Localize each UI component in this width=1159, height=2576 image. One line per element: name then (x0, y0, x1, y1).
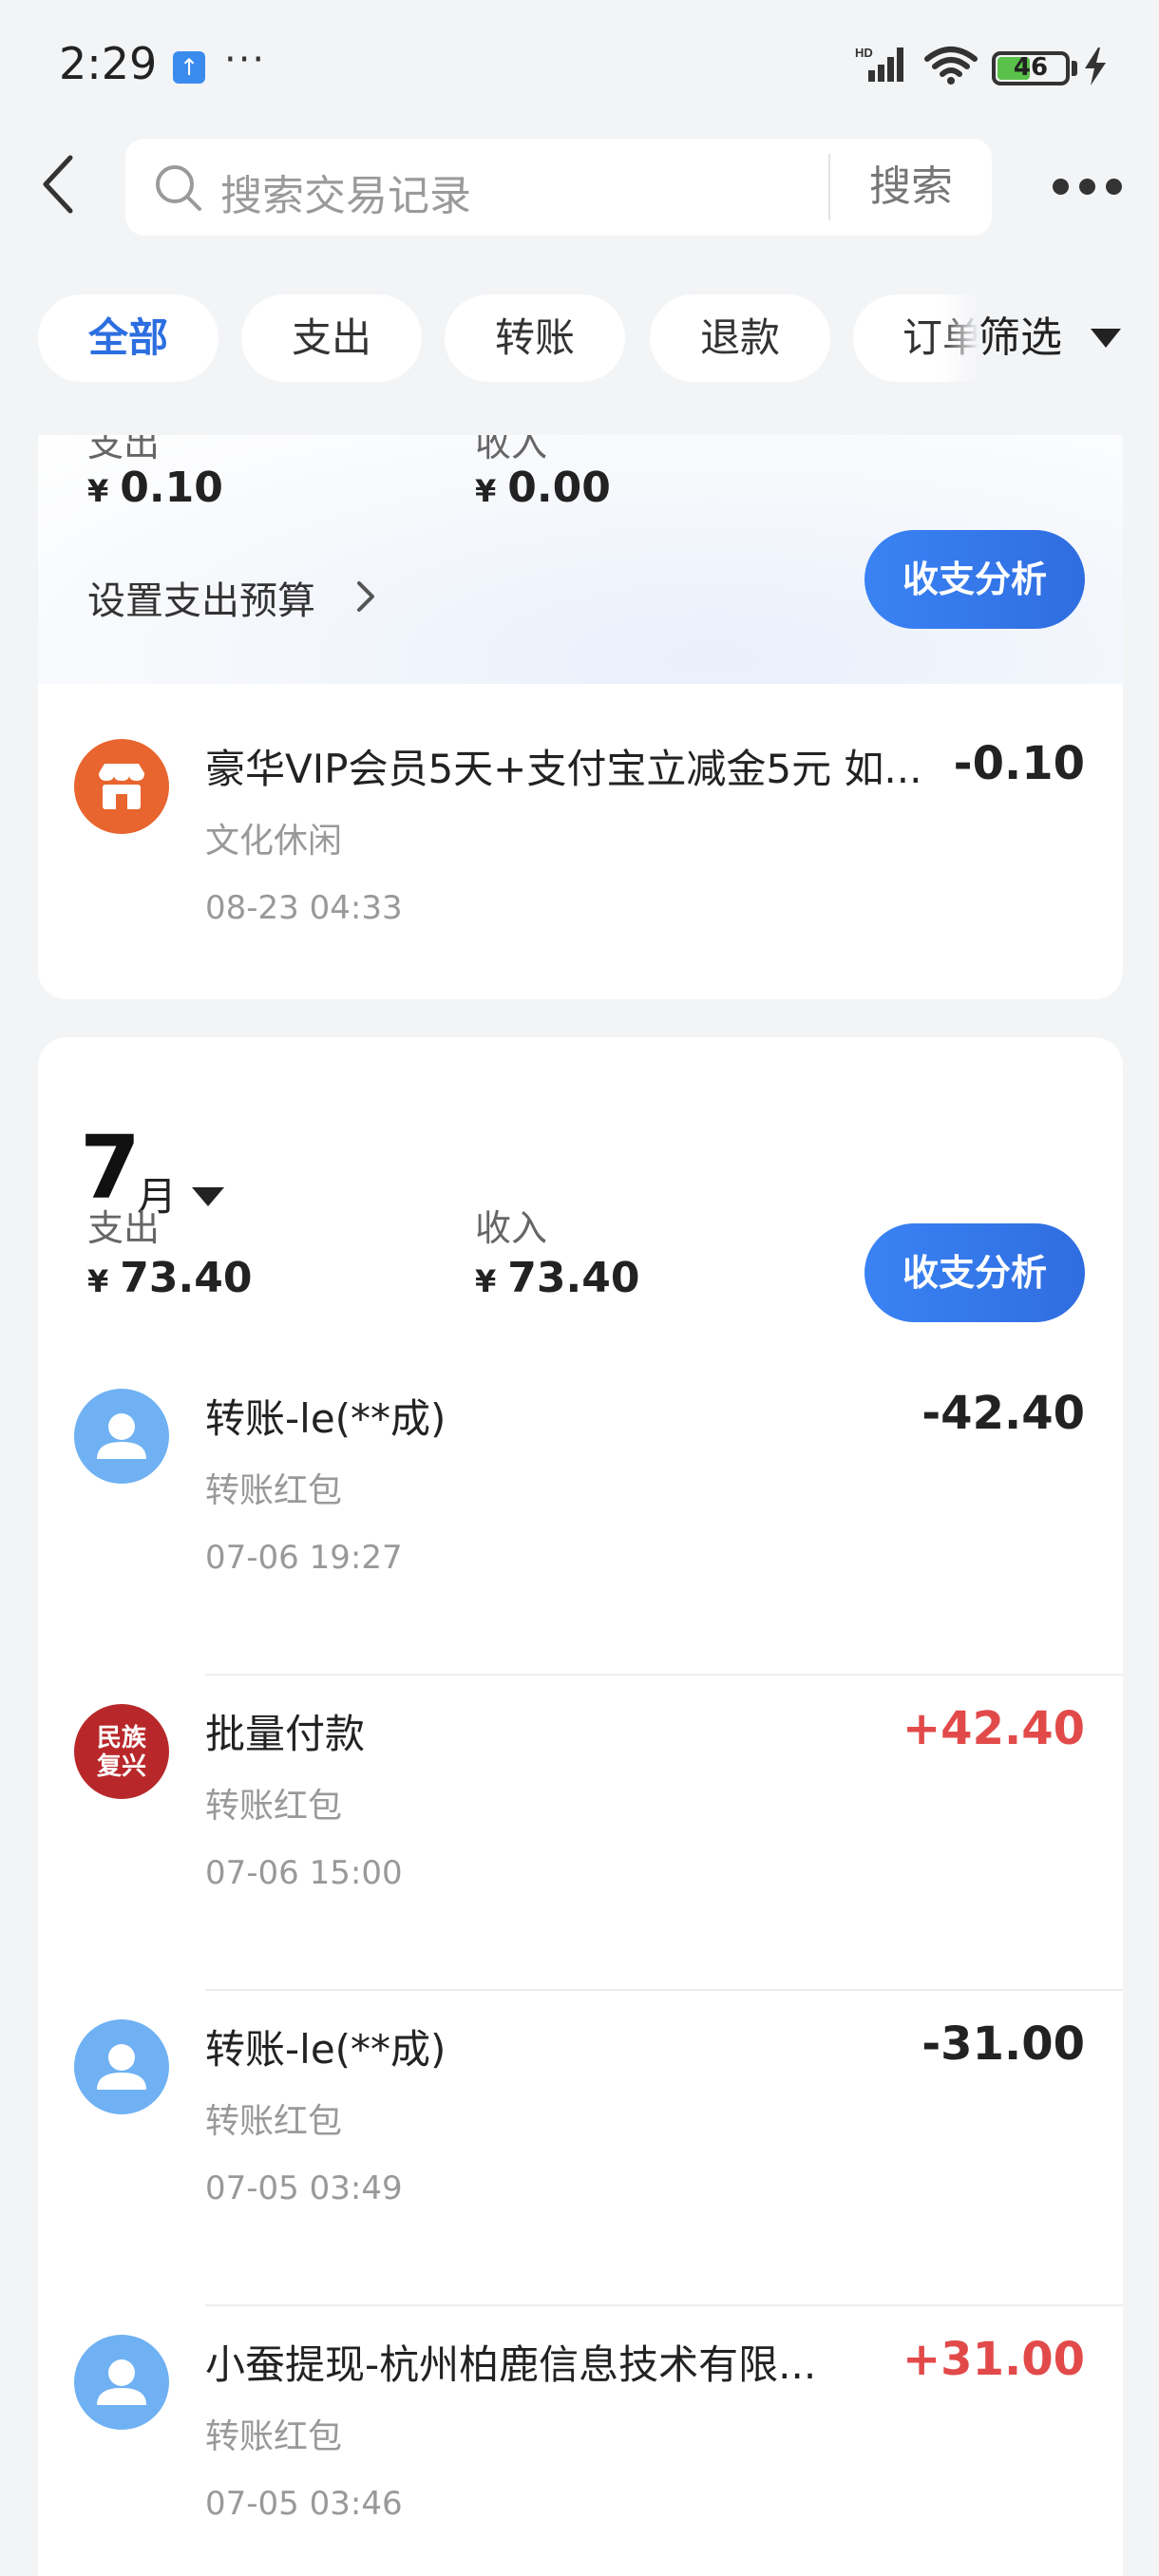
user-avatar-icon (74, 2019, 169, 2114)
transaction-time: 07-05 03:46 (205, 2485, 403, 2523)
battery-icon: 46 (992, 51, 1070, 85)
battery-tip (1072, 61, 1077, 76)
currency-symbol: ¥ (87, 1263, 109, 1299)
charging-icon (1085, 47, 1106, 85)
income-total: ¥0.00 (475, 464, 611, 512)
transaction-category: 转账红包 (205, 1787, 343, 1826)
transaction-category: 转账红包 (205, 1471, 343, 1510)
month-card-july: 7 月 支出 收入 ¥73.40 ¥73.40 收支分析 转账-le(**成) … (38, 1037, 1123, 2576)
search-input[interactable]: 搜索交易记录 搜索 (125, 139, 992, 236)
income-amount: 73.40 (507, 1254, 640, 1302)
filter-tabs: 全部 支出 转账 退款 订单 筛选 (0, 294, 1159, 386)
store-icon (74, 739, 169, 834)
user-avatar-icon (74, 1389, 169, 1484)
income-expense-analysis-button[interactable]: 收支分析 (864, 530, 1085, 629)
income-amount: 0.00 (507, 464, 611, 512)
search-icon (156, 165, 201, 211)
svg-text:民族: 民族 (97, 1723, 147, 1752)
tab-transfer[interactable]: 转账 (445, 294, 625, 382)
income-total: ¥73.40 (475, 1254, 639, 1302)
expense-amount: 0.10 (120, 464, 223, 512)
more-options-icon[interactable] (1049, 167, 1127, 205)
svg-text:HD: HD (855, 46, 873, 60)
transaction-time: 07-06 15:00 (205, 1854, 403, 1892)
search-placeholder: 搜索交易记录 (220, 172, 471, 220)
expense-label: 支出 (87, 435, 161, 464)
tab-all[interactable]: 全部 (38, 294, 218, 382)
transaction-category: 转账红包 (205, 2102, 343, 2141)
currency-symbol: ¥ (87, 473, 109, 509)
income-label: 收入 (475, 435, 548, 464)
cellular-signal-icon: HD (855, 46, 903, 82)
search-button[interactable]: 搜索 (830, 139, 992, 236)
tab-expense[interactable]: 支出 (241, 294, 422, 382)
transaction-title: 批量付款 (205, 1711, 366, 1757)
chevron-down-icon[interactable] (1091, 329, 1121, 348)
status-bar: 2:29 ↑ ··· HD 46 (0, 0, 1159, 133)
expense-label: 支出 (87, 1207, 161, 1249)
upload-notification-icon: ↑ (173, 51, 205, 84)
transaction-time: 07-05 03:49 (205, 2169, 403, 2207)
user-avatar-icon (74, 2335, 169, 2430)
transaction-amount: -0.10 (953, 737, 1085, 790)
transaction-category: 文化休闲 (205, 822, 343, 861)
month-card-august: 支出 收入 ¥0.10 ¥0.00 设置支出预算 收支分析 豪华VIP会员5天+… (38, 435, 1123, 999)
transaction-amount: -42.40 (922, 1387, 1085, 1440)
transaction-title: 小蚕提现-杭州柏鹿信息技术有限... (205, 2341, 817, 2388)
currency-symbol: ¥ (475, 1263, 497, 1299)
expense-amount: 73.40 (120, 1254, 253, 1302)
tab-refund[interactable]: 退款 (650, 294, 830, 382)
transaction-category: 转账红包 (205, 2417, 343, 2456)
status-time: 2:29 (59, 38, 158, 89)
month-dropdown-icon[interactable] (192, 1187, 224, 1206)
expense-total: ¥73.40 (87, 1254, 252, 1302)
transaction-title: 转账-le(**成) (205, 2026, 446, 2073)
status-more-notifications: ··· (224, 38, 267, 82)
wifi-icon (924, 47, 978, 85)
transaction-time: 07-06 19:27 (205, 1539, 403, 1577)
filter-button[interactable]: 筛选 (978, 294, 1062, 382)
transaction-amount: +31.00 (902, 2333, 1085, 2386)
transaction-row[interactable]: 小蚕提现-杭州柏鹿信息技术有限... 转账红包 07-05 03:46 +31.… (38, 2306, 1123, 2576)
battery-level: 46 (1013, 53, 1049, 82)
transaction-row[interactable]: 民族 复兴 批量付款 转账红包 07-06 15:00 +42.40 (38, 1676, 1123, 1991)
seal-avatar: 民族 复兴 (74, 1704, 169, 1799)
transaction-amount: +42.40 (902, 1702, 1085, 1755)
currency-symbol: ¥ (475, 473, 497, 509)
transaction-title: 豪华VIP会员5天+支付宝立减金5元 如... (205, 746, 922, 792)
transaction-row[interactable]: 转账-le(**成) 转账红包 07-05 03:49 -31.00 (38, 1991, 1123, 2306)
svg-text:复兴: 复兴 (97, 1752, 146, 1781)
chevron-right-icon[interactable] (352, 578, 380, 616)
transaction-time: 08-23 04:33 (205, 889, 403, 927)
set-budget-link[interactable]: 设置支出预算 (87, 570, 315, 625)
transaction-amount: -31.00 (922, 2017, 1085, 2071)
expense-total: ¥0.10 (87, 464, 223, 512)
transaction-row[interactable]: 转账-le(**成) 转账红包 07-06 19:27 -42.40 (38, 1360, 1123, 1676)
back-button[interactable] (32, 150, 89, 218)
income-label: 收入 (475, 1207, 548, 1249)
income-expense-analysis-button[interactable]: 收支分析 (864, 1223, 1085, 1322)
transaction-row[interactable]: 豪华VIP会员5天+支付宝立减金5元 如... 文化休闲 08-23 04:33… (38, 710, 1123, 999)
transaction-title: 转账-le(**成) (205, 1395, 446, 1442)
